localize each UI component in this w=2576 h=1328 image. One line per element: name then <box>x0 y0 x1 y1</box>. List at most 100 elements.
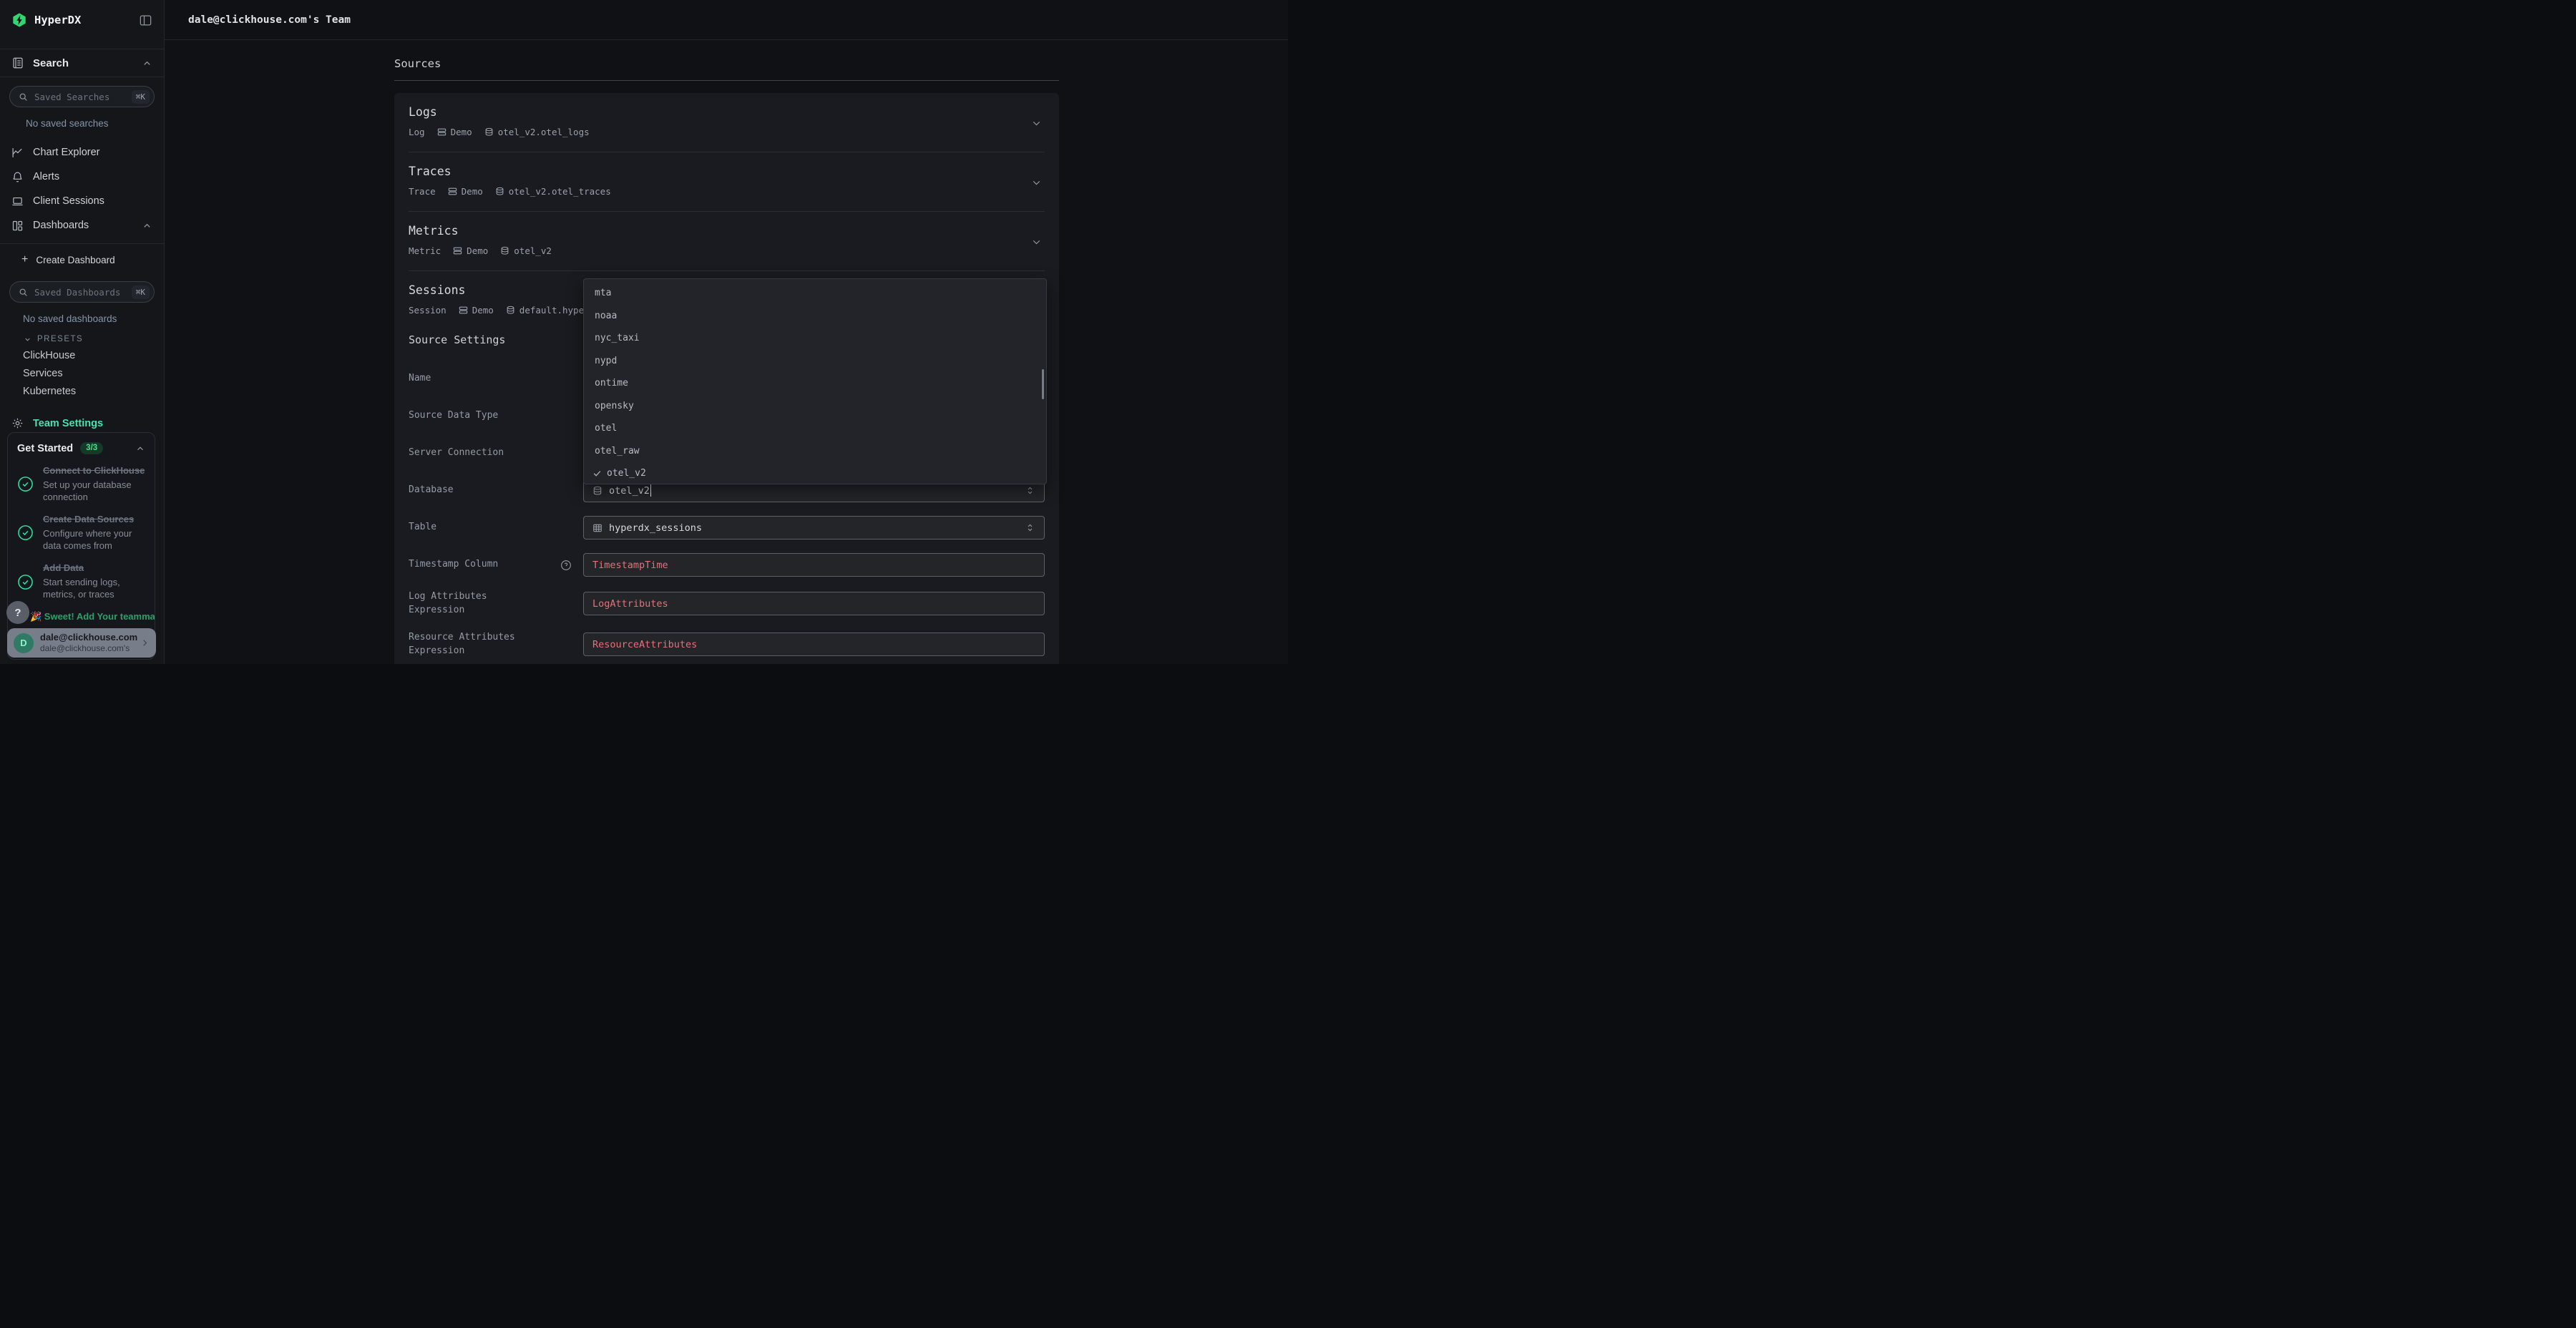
source-name: Logs <box>409 105 1045 119</box>
source-table: otel_v2.otel_traces <box>509 186 611 197</box>
timestamp-column-value: TimestampTime <box>592 560 668 571</box>
progress-badge: 3/3 <box>80 442 103 454</box>
field-label: Log Attributes Expression <box>409 590 583 617</box>
dropdown-option[interactable]: ontime <box>584 372 1046 395</box>
source-table: otel_v2 <box>514 245 552 256</box>
dropdown-option[interactable]: otel <box>584 417 1046 440</box>
search-section-icon <box>11 57 24 69</box>
select-updown-icon[interactable] <box>1025 522 1035 533</box>
dropdown-option[interactable]: opensky <box>584 395 1046 418</box>
saved-searches-placeholder: Saved Searches <box>34 92 132 102</box>
team-title: dale@clickhouse.com's Team <box>188 14 351 26</box>
source-connection: Demo <box>472 305 494 316</box>
dropdown-option[interactable]: nypd <box>584 350 1046 373</box>
sidebar-nav: Chart Explorer Alerts Client Sessions Da… <box>0 140 164 238</box>
timestamp-column-input[interactable]: TimestampTime <box>583 553 1045 577</box>
help-button[interactable]: ? <box>6 601 29 624</box>
sidebar-collapse-icon[interactable] <box>139 14 152 27</box>
preset-kubernetes[interactable]: Kubernetes <box>0 386 164 397</box>
dropdown-option[interactable]: noaa <box>584 305 1046 328</box>
field-label: Resource Attributes Expression <box>409 631 583 658</box>
log-attributes-input[interactable]: LogAttributes <box>583 592 1045 615</box>
checklist-title: Create Data Sources <box>43 514 145 526</box>
field-label: Name <box>409 372 583 386</box>
server-icon <box>453 246 462 255</box>
source-table: otel_v2.otel_logs <box>498 127 590 137</box>
checklist-item-connect[interactable]: Connect to ClickHouse Set up your databa… <box>17 465 145 503</box>
dashboard-icon <box>11 220 24 232</box>
chevron-down-icon[interactable] <box>1030 117 1043 130</box>
preset-clickhouse[interactable]: ClickHouse <box>0 350 164 361</box>
chevron-down-icon[interactable] <box>1030 236 1043 248</box>
page-divider <box>394 80 1059 81</box>
team-settings-link[interactable]: Team Settings <box>0 417 164 429</box>
chevron-down-icon <box>24 336 31 343</box>
shortcut-badge: ⌘K <box>132 285 150 299</box>
get-started-title: Get Started <box>17 443 73 454</box>
sidebar-item-client-sessions[interactable]: Client Sessions <box>0 189 164 213</box>
field-label: Table <box>409 521 583 534</box>
chevron-up-icon[interactable] <box>142 58 152 69</box>
get-started-header[interactable]: Get Started 3/3 <box>17 442 145 454</box>
checklist-subtitle: Set up your database connection <box>43 479 145 503</box>
gear-icon <box>11 417 24 429</box>
help-circle-icon[interactable] <box>560 560 572 571</box>
database-icon <box>500 246 509 255</box>
form-row-log-attributes: Log Attributes Expression LogAttributes <box>409 590 1045 617</box>
chart-icon <box>11 147 24 159</box>
bell-icon <box>11 171 24 183</box>
no-saved-searches-note: No saved searches <box>26 118 164 129</box>
nav-label: Client Sessions <box>33 195 152 207</box>
dropdown-option[interactable]: nyc_taxi <box>584 327 1046 350</box>
database-value: otel_v2 <box>609 485 650 497</box>
database-icon <box>484 127 494 137</box>
sidebar: HyperDX Search Saved Searches ⌘K No save… <box>0 0 165 664</box>
dropdown-option[interactable]: mta <box>584 282 1046 305</box>
table-value: hyperdx_sessions <box>609 522 702 534</box>
source-type: Session <box>409 305 447 316</box>
create-dashboard-label: Create Dashboard <box>36 255 114 265</box>
server-icon <box>437 127 447 137</box>
user-menu[interactable]: D dale@clickhouse.com dale@clickhouse.co… <box>7 628 156 658</box>
magnifier-icon <box>19 92 28 102</box>
sidebar-item-chart-explorer[interactable]: Chart Explorer <box>0 140 164 165</box>
dropdown-scrollbar[interactable] <box>1042 369 1045 399</box>
no-saved-dashboards-note: No saved dashboards <box>23 313 164 324</box>
saved-dashboards-input[interactable]: Saved Dashboards ⌘K <box>9 281 155 303</box>
user-name: dale@clickhouse.com <box>40 632 140 643</box>
field-label: Database <box>409 484 583 497</box>
presets-toggle[interactable]: PRESETS <box>24 335 164 343</box>
sidebar-item-dashboards[interactable]: Dashboards <box>0 213 164 238</box>
table-icon <box>592 523 602 533</box>
source-name: Metrics <box>409 224 1045 238</box>
sidebar-section-search[interactable]: Search <box>0 49 164 77</box>
table-select[interactable]: hyperdx_sessions <box>583 516 1045 540</box>
checklist-item-add-data[interactable]: Add Data Start sending logs, metrics, or… <box>17 562 145 600</box>
logo-row: HyperDX <box>0 0 164 40</box>
sidebar-divider <box>0 243 164 244</box>
select-updown-icon[interactable] <box>1025 485 1035 496</box>
checklist-item-sources[interactable]: Create Data Sources Configure where your… <box>17 514 145 552</box>
source-section-metrics: Metrics Metric Demo otel_v2 <box>409 212 1045 271</box>
source-name: Traces <box>409 165 1045 178</box>
preset-services[interactable]: Services <box>0 368 164 379</box>
nav-label: Alerts <box>33 171 152 182</box>
sidebar-item-alerts[interactable]: Alerts <box>0 165 164 189</box>
dropdown-option-selected[interactable]: otel_v2 <box>584 462 1046 484</box>
chevron-up-icon[interactable] <box>142 220 152 231</box>
source-connection: Demo <box>467 245 488 256</box>
shortcut-badge: ⌘K <box>132 90 150 104</box>
get-started-card: Get Started 3/3 Connect to ClickHouse Se… <box>7 432 155 660</box>
brand-name: HyperDX <box>34 14 139 26</box>
check-icon <box>592 469 602 478</box>
celebration-text: 🎉 Sweet! Add Your teammates <box>17 611 145 622</box>
saved-searches-input[interactable]: Saved Searches ⌘K <box>9 86 155 107</box>
checklist-subtitle: Start sending logs, metrics, or traces <box>43 576 145 600</box>
search-section-label: Search <box>33 57 142 69</box>
resource-attributes-input[interactable]: ResourceAttributes <box>583 633 1045 656</box>
chevron-up-icon[interactable] <box>135 444 145 454</box>
chevron-down-icon[interactable] <box>1030 177 1043 189</box>
check-circle-icon <box>17 476 34 492</box>
create-dashboard-button[interactable]: + Create Dashboard <box>0 247 164 273</box>
dropdown-option[interactable]: otel_raw <box>584 440 1046 463</box>
